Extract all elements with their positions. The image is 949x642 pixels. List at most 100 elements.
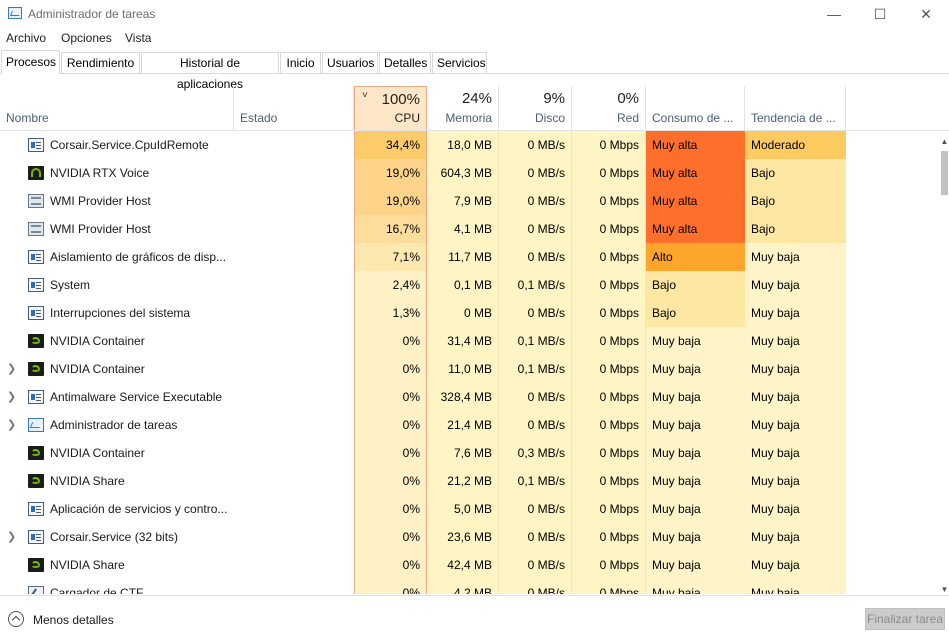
process-network: 0 Mbps [572,327,646,355]
menu-opciones[interactable]: Opciones [61,31,112,45]
column-name-label: Nombre [6,111,49,125]
service-icon [28,278,44,292]
wmi-icon [28,194,44,208]
process-row[interactable]: Aislamiento de gráficos de disp... 7,1% 11… [0,243,940,271]
process-row[interactable]: Corsair.Service.CpuIdRemote 34,4% 18,0 MB 0… [0,131,940,159]
process-row[interactable]: ❯ NVIDIA Container 0% 11,0 MB 0,1 MB/s 0 Mbps… [0,355,940,383]
process-disk: 0 MB/s [499,551,572,579]
column-cpu[interactable]: ˅ 100% CPU [354,86,427,130]
minimize-button[interactable]: — [811,0,857,28]
process-name: WMI Provider Host [50,222,151,236]
maximize-button[interactable]: ☐ [857,0,903,28]
service-icon [28,250,44,264]
tab-rendimiento[interactable]: Rendimiento [61,52,140,73]
process-row[interactable]: WMI Provider Host 16,7% 4,1 MB 0 MB/s 0 Mbps… [0,215,940,243]
process-row[interactable]: Cargador de CTF 0% 4,2 MB 0 MB/s 0 Mbps Muy b… [0,579,940,594]
footer: Menos detalles Finalizar tarea [0,595,949,642]
process-power: Muy baja [646,551,745,579]
tab-procesos[interactable]: Procesos [1,50,60,74]
column-status[interactable]: Estado [234,86,354,130]
menu-archivo[interactable]: Archivo [6,31,46,45]
process-row[interactable]: NVIDIA Container 0% 7,6 MB 0,3 MB/s 0 Mbps Mu… [0,439,940,467]
process-power: Muy alta [646,187,745,215]
process-row[interactable]: ❯ Administrador de tareas 0% 21,4 MB 0 MB/s 0… [0,411,940,439]
process-disk: 0 MB/s [499,131,572,159]
process-network: 0 Mbps [572,243,646,271]
process-cpu: 0% [354,523,427,551]
expand-chevron-icon[interactable]: ❯ [7,383,16,411]
expand-chevron-icon[interactable]: ❯ [7,523,16,551]
process-row[interactable]: Aplicación de servicios y contro... 0% 5,0… [0,495,940,523]
process-disk: 0 MB/s [499,411,572,439]
process-status [234,495,354,523]
process-network: 0 Mbps [572,299,646,327]
process-disk: 0 MB/s [499,159,572,187]
ctf-loader-icon [28,586,44,594]
process-status [234,215,354,243]
process-power-trend: Bajo [745,215,846,243]
process-row[interactable]: NVIDIA Share 0% 42,4 MB 0 MB/s 0 Mbps Muy baj… [0,551,940,579]
process-row[interactable]: WMI Provider Host 19,0% 7,9 MB 0 MB/s 0 Mbps… [0,187,940,215]
end-task-button[interactable]: Finalizar tarea [865,608,945,630]
column-name[interactable]: Nombre [0,86,234,130]
process-memory: 7,6 MB [427,439,499,467]
tab-usuarios[interactable]: Usuarios [322,52,378,73]
column-memory[interactable]: 24% Memoria [427,86,499,130]
process-memory: 4,2 MB [427,579,499,594]
less-details-link[interactable]: Menos detalles [33,613,114,627]
column-status-label: Estado [240,111,278,125]
tab-inicio[interactable]: Inicio [280,52,321,73]
menu-vista[interactable]: Vista [125,31,151,45]
process-network: 0 Mbps [572,467,646,495]
process-name: NVIDIA Share [50,474,125,488]
process-row[interactable]: ❯ Corsair.Service (32 bits) 0% 23,6 MB 0 MB/… [0,523,940,551]
close-button[interactable]: ✕ [903,0,949,28]
process-row[interactable]: Interrupciones del sistema 1,3% 0 MB 0 MB/s… [0,299,940,327]
column-network[interactable]: 0% Red [572,86,646,130]
scroll-down-arrow-icon[interactable]: ▼ [940,585,949,594]
process-power-trend: Muy baja [745,271,846,299]
process-list: Corsair.Service.CpuIdRemote 34,4% 18,0 MB 0… [0,131,940,594]
process-network: 0 Mbps [572,271,646,299]
sort-descending-icon: ˅ [362,90,368,101]
process-cpu: 0% [354,355,427,383]
task-manager-icon [28,418,44,432]
process-power-trend: Muy baja [745,383,846,411]
expand-chevron-icon[interactable]: ❯ [7,411,16,439]
process-power-trend: Bajo [745,187,846,215]
process-status [234,355,354,383]
vertical-scrollbar[interactable]: ▲ ▼ [940,131,949,594]
process-row[interactable]: System 2,4% 0,1 MB 0,1 MB/s 0 Mbps Bajo Muy ba… [0,271,940,299]
nvidia-icon [28,558,44,572]
scroll-up-arrow-icon[interactable]: ▲ [940,137,949,146]
process-cpu: 0% [354,411,427,439]
column-power[interactable]: Consumo de ... [646,86,745,130]
column-disk[interactable]: 9% Disco [499,86,572,130]
process-disk: 0 MB/s [499,215,572,243]
service-icon [28,502,44,516]
process-power: Muy baja [646,411,745,439]
expand-chevron-icon[interactable]: ❯ [7,355,16,383]
process-power: Muy baja [646,383,745,411]
column-power-label: Consumo de ... [652,111,734,125]
tab-servicios[interactable]: Servicios [432,52,487,73]
process-network: 0 Mbps [572,579,646,594]
tab-historial[interactable]: Historial de aplicaciones [141,52,279,91]
process-network: 0 Mbps [572,495,646,523]
process-cpu: 7,1% [354,243,427,271]
process-power: Muy baja [646,579,745,594]
process-row[interactable]: ❯ Antimalware Service Executable 0% 328,4 M… [0,383,940,411]
scroll-thumb[interactable] [941,151,948,195]
process-row[interactable]: NVIDIA Share 0% 21,2 MB 0,1 MB/s 0 Mbps Muy b… [0,467,940,495]
process-status [234,327,354,355]
collapse-chevron-icon[interactable] [8,611,24,627]
process-status [234,551,354,579]
process-memory: 5,0 MB [427,495,499,523]
process-row[interactable]: NVIDIA Container 0% 31,4 MB 0,1 MB/s 0 Mbps M… [0,327,940,355]
process-row[interactable]: NVIDIA RTX Voice 19,0% 604,3 MB 0 MB/s 0 Mbp… [0,159,940,187]
nvidia-icon [28,334,44,348]
column-power-trend[interactable]: Tendencia de ... [745,86,846,130]
tab-detalles[interactable]: Detalles [379,52,431,73]
process-name: Aplicación de servicios y contro... [50,502,228,516]
process-power: Bajo [646,299,745,327]
